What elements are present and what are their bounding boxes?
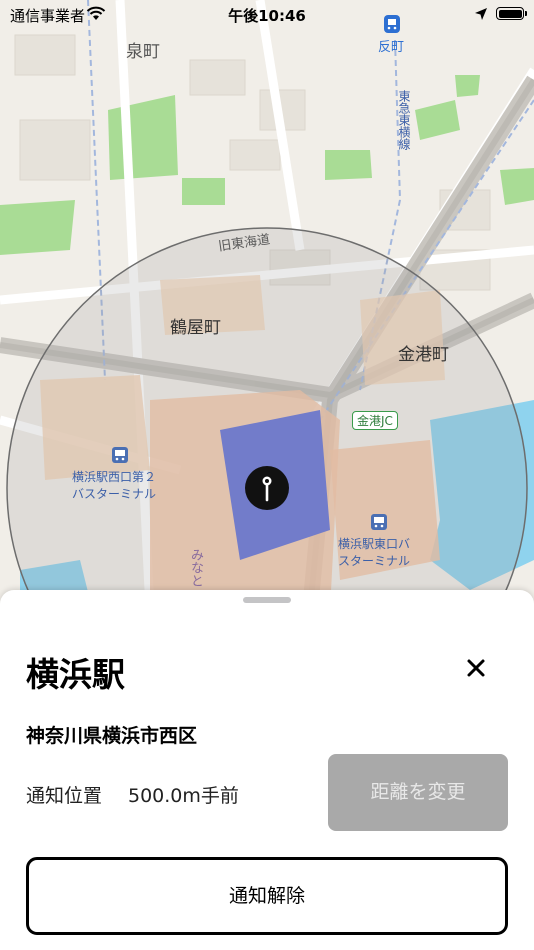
map-label-east-bus-terminal: 横浜駅東口バ スターミナル <box>338 537 411 568</box>
map-label-kinko-jc: 金港JC <box>352 411 398 430</box>
map-pin-icon[interactable] <box>244 465 290 511</box>
sheet-grabber[interactable] <box>243 597 291 603</box>
change-distance-button[interactable]: 距離を変更 <box>328 754 508 831</box>
bus-stop-icon <box>371 514 387 530</box>
station-address: 神奈川県横浜市西区 <box>26 725 198 747</box>
notify-position-label: 通知位置 <box>26 785 103 807</box>
close-icon[interactable] <box>460 652 492 684</box>
map-view[interactable]: 泉町 反町 東急東横線 旧東海道 鶴屋町 金港町 金港JC 横浜駅西口第２ バス… <box>0 0 534 610</box>
status-time: 午後10:46 <box>228 7 306 25</box>
battery-icon <box>496 7 527 20</box>
station-title: 横浜駅 <box>26 655 125 694</box>
bus-stop-icon <box>112 447 128 463</box>
cancel-notification-button[interactable]: 通知解除 <box>26 857 508 935</box>
map-label-izumicho: 泉町 <box>126 42 160 62</box>
bottom-sheet: 横浜駅 神奈川県横浜市西区 通知位置 500.0m手前 距離を変更 通知解除 <box>0 590 534 950</box>
map-label-minato: みなと <box>188 548 203 587</box>
location-arrow-icon <box>475 8 487 20</box>
map-label-sorimachi: 反町 <box>378 40 405 55</box>
map-label-kinkocho: 金港町 <box>398 345 449 365</box>
map-label-toyoko-line: 東急東横線 <box>397 90 411 150</box>
notify-position-value: 500.0m手前 <box>128 785 239 807</box>
map-label-tsuruyacho: 鶴屋町 <box>170 318 221 338</box>
status-bar: 通信事業者 午後10:46 <box>0 0 534 30</box>
map-label-west-bus-terminal: 横浜駅西口第２ バスターミナル <box>72 470 157 501</box>
map-canvas <box>0 0 534 610</box>
